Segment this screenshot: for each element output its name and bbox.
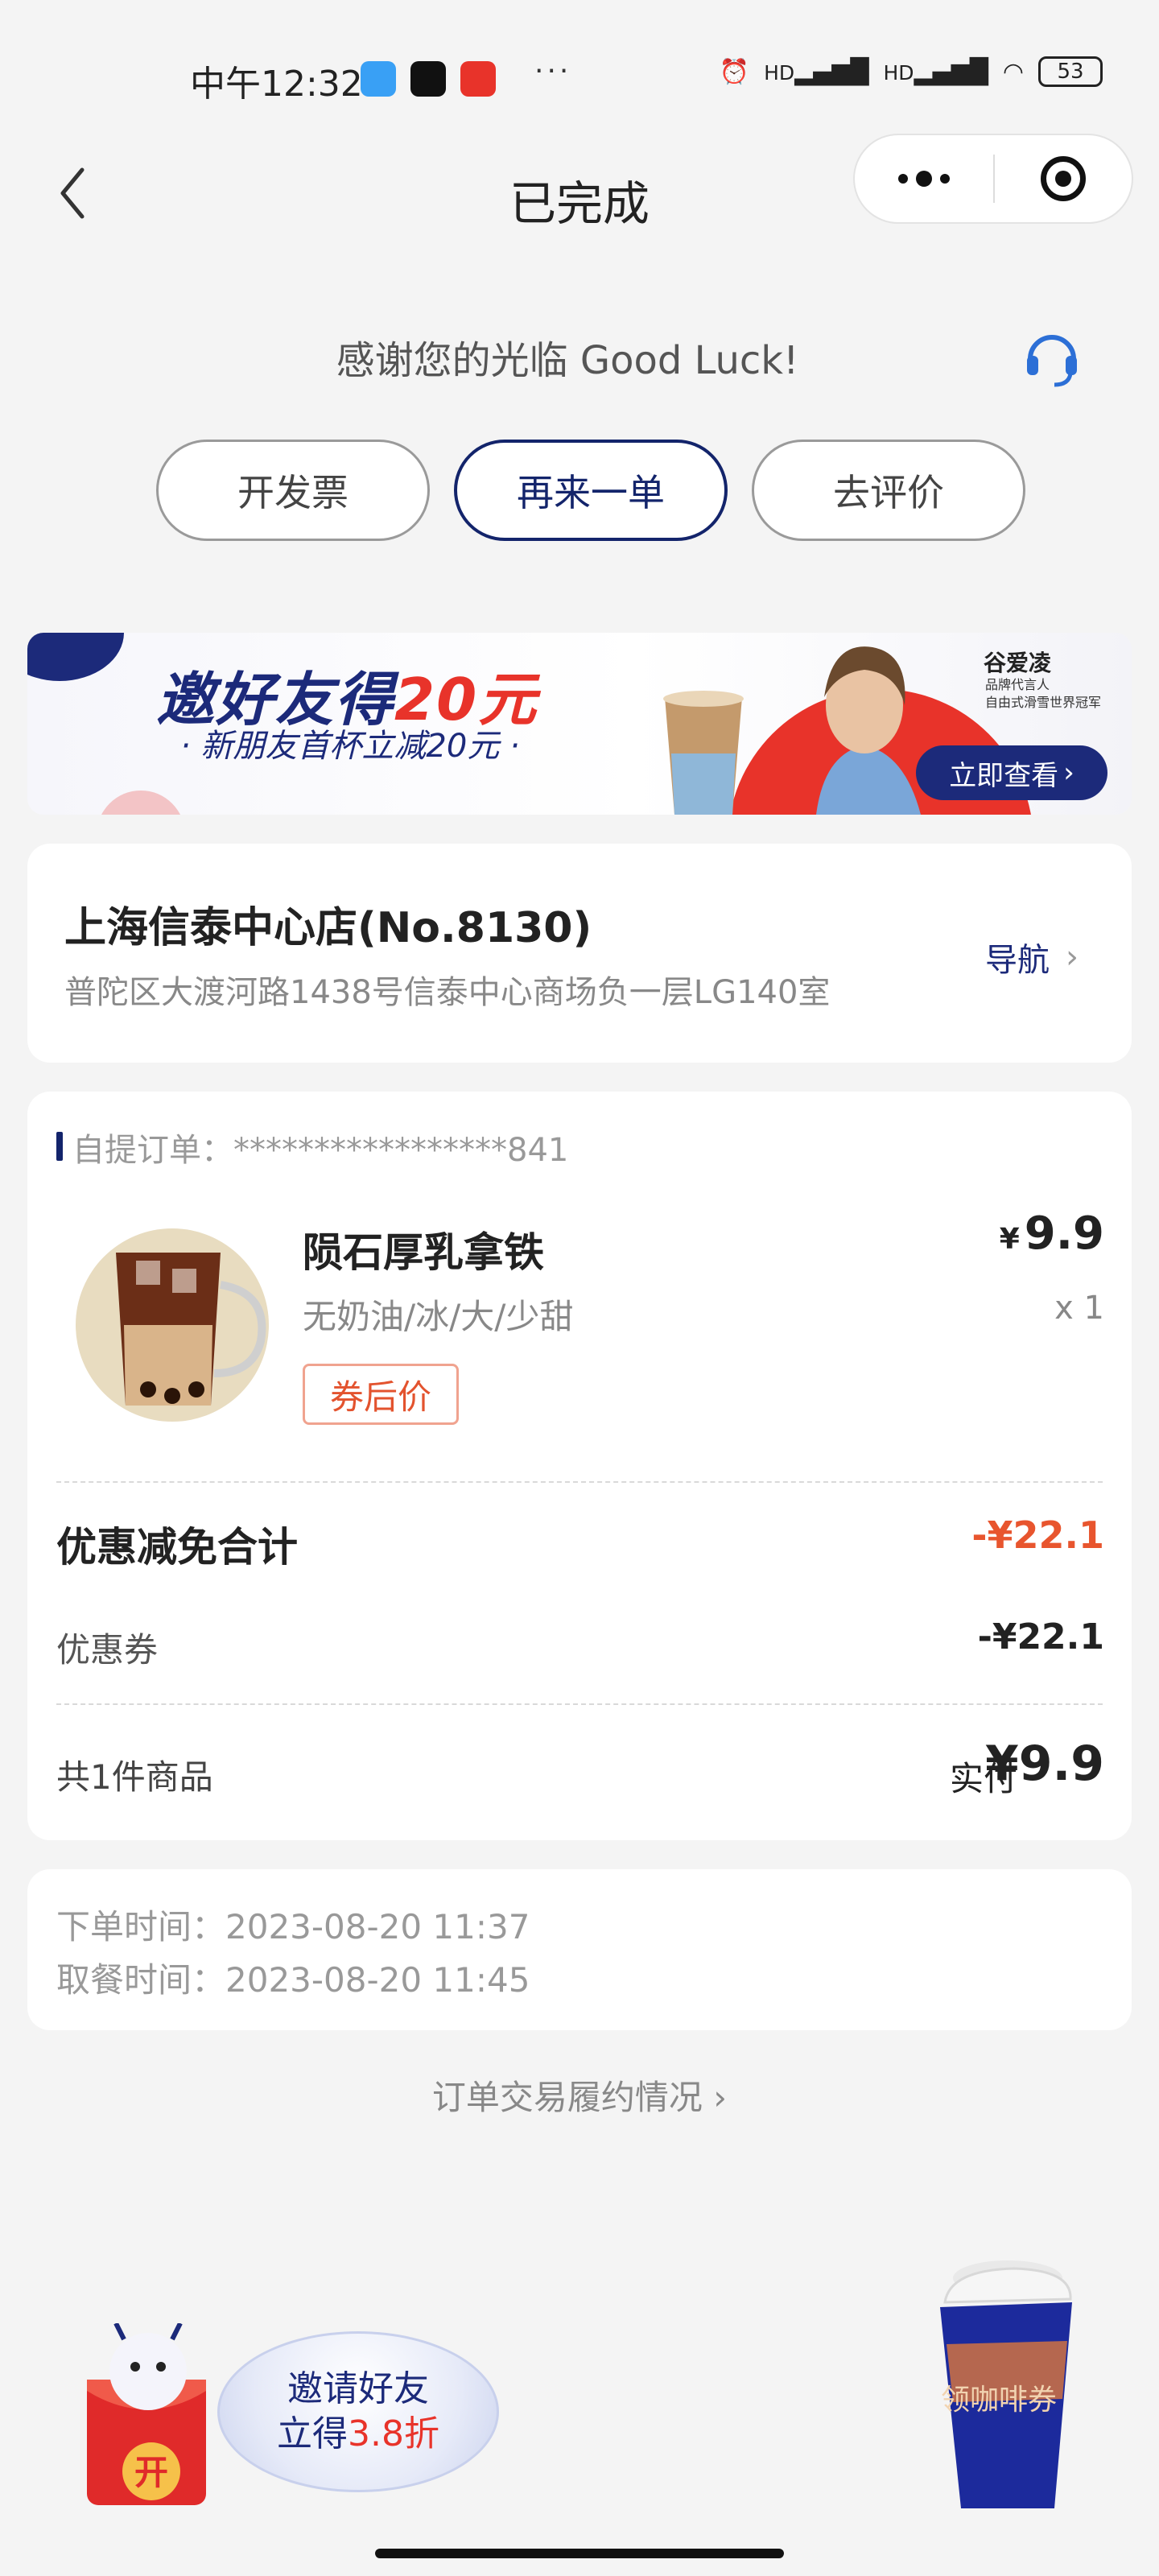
divider xyxy=(56,1703,1103,1705)
close-miniprogram-icon[interactable] xyxy=(995,156,1132,201)
discount-total-label: 优惠减免合计 xyxy=(56,1524,298,1571)
invite-line-2: 立得3.8折 xyxy=(277,2413,439,2454)
chevron-right-icon: › xyxy=(713,2078,728,2117)
coffee-coupon-label: 领咖啡券 xyxy=(940,2384,1057,2417)
review-button[interactable]: 去评价 xyxy=(752,440,1025,541)
invite-line-1: 邀请好友 xyxy=(287,2368,429,2409)
red-packet-icon[interactable]: 开 xyxy=(84,2323,212,2508)
order-number: 自提订单：*****************841 xyxy=(72,1132,569,1169)
product-price: ¥9.9 xyxy=(999,1208,1104,1260)
status-indicators: ⏰ HD▂▄▆█ HD▂▄▆█ ◠ 53 xyxy=(720,56,1103,87)
signal-icon-2: HD▂▄▆█ xyxy=(883,57,988,86)
navigate-button[interactable]: 导航 › xyxy=(985,934,1079,980)
more-notifications-icon: ··· xyxy=(534,55,572,88)
banner-decoration-2 xyxy=(97,791,185,815)
chevron-right-icon: › xyxy=(1066,939,1079,976)
thanks-message: 感谢您的光临 Good Luck! xyxy=(336,338,799,383)
order-type-marker xyxy=(56,1132,63,1161)
store-card: 上海信泰中心店(No.8130) 普陀区大渡河路1438号信泰中心商场负一层LG… xyxy=(27,844,1132,1063)
order-card: 自提订单：*****************841 陨石厚乳拿铁 无奶油/冰/大… xyxy=(27,1092,1132,1840)
store-address: 普陀区大渡河路1438号信泰中心商场负一层LG140室 xyxy=(64,974,831,1011)
paid-amount: ¥9.9 xyxy=(984,1736,1104,1792)
more-menu-icon[interactable] xyxy=(855,171,993,187)
coupon-price-tag: 券后价 xyxy=(303,1364,459,1425)
navigate-label: 导航 xyxy=(985,942,1050,979)
miniprogram-capsule xyxy=(853,134,1133,224)
signal-icon: HD▂▄▆█ xyxy=(764,57,869,86)
invite-friends-bubble[interactable]: 邀请好友 立得3.8折 xyxy=(217,2331,499,2492)
order-time: 下单时间：2023-08-20 11:37 xyxy=(56,1907,530,1946)
product-quantity: x 1 xyxy=(1054,1290,1104,1327)
banner-view-button[interactable]: 立即查看 › xyxy=(916,745,1107,800)
status-time: 中午12:32 xyxy=(190,64,363,105)
invite-banner[interactable]: 邀好友得20元 · 新朋友首杯立减20元 · 谷爱凌 品牌代言人 自由式滑雪世界冠… xyxy=(27,633,1132,815)
wifi-icon: ◠ xyxy=(1002,57,1024,86)
banner-brand-desc: 品牌代言人 自由式滑雪世界冠军 xyxy=(985,677,1102,710)
discount-total-value: -¥22.1 xyxy=(971,1513,1104,1557)
banner-subtitle: · 新朋友首杯立减20元 · xyxy=(180,728,520,765)
app-notification-icon xyxy=(361,61,396,97)
order-time-card: 下单时间：2023-08-20 11:37 取餐时间：2023-08-20 11… xyxy=(27,1869,1132,2030)
coffee-cup-image xyxy=(663,691,744,815)
coupon-label: 优惠券 xyxy=(56,1630,159,1670)
news-notification-icon xyxy=(460,61,496,97)
red-packet-label: 开 xyxy=(134,2453,168,2492)
fulfillment-link[interactable]: 订单交易履约情况 › xyxy=(0,2070,1159,2120)
banner-decoration xyxy=(27,633,124,681)
battery-icon: 53 xyxy=(1038,56,1103,87)
divider xyxy=(56,1481,1103,1483)
coupon-value: -¥22.1 xyxy=(977,1616,1104,1657)
product-spec: 无奶油/冰/大/少甜 xyxy=(303,1297,574,1336)
pickup-time: 取餐时间：2023-08-20 11:45 xyxy=(56,1960,530,2000)
product-image xyxy=(76,1228,269,1422)
home-indicator[interactable] xyxy=(375,2549,784,2558)
customer-service-icon[interactable] xyxy=(1022,325,1082,390)
banner-brand-name: 谷爱凌 xyxy=(984,650,1052,676)
invoice-button[interactable]: 开发票 xyxy=(156,440,430,541)
product-name: 陨石厚乳拿铁 xyxy=(303,1229,544,1276)
alarm-icon: ⏰ xyxy=(719,57,750,86)
reorder-button[interactable]: 再来一单 xyxy=(454,440,728,541)
tiktok-notification-icon xyxy=(410,61,446,97)
store-name: 上海信泰中心店(No.8130) xyxy=(64,904,592,952)
status-bar: 中午12:32 ··· ⏰ HD▂▄▆█ HD▂▄▆█ ◠ 53 xyxy=(0,0,1159,153)
item-count: 共1件商品 xyxy=(56,1757,213,1797)
